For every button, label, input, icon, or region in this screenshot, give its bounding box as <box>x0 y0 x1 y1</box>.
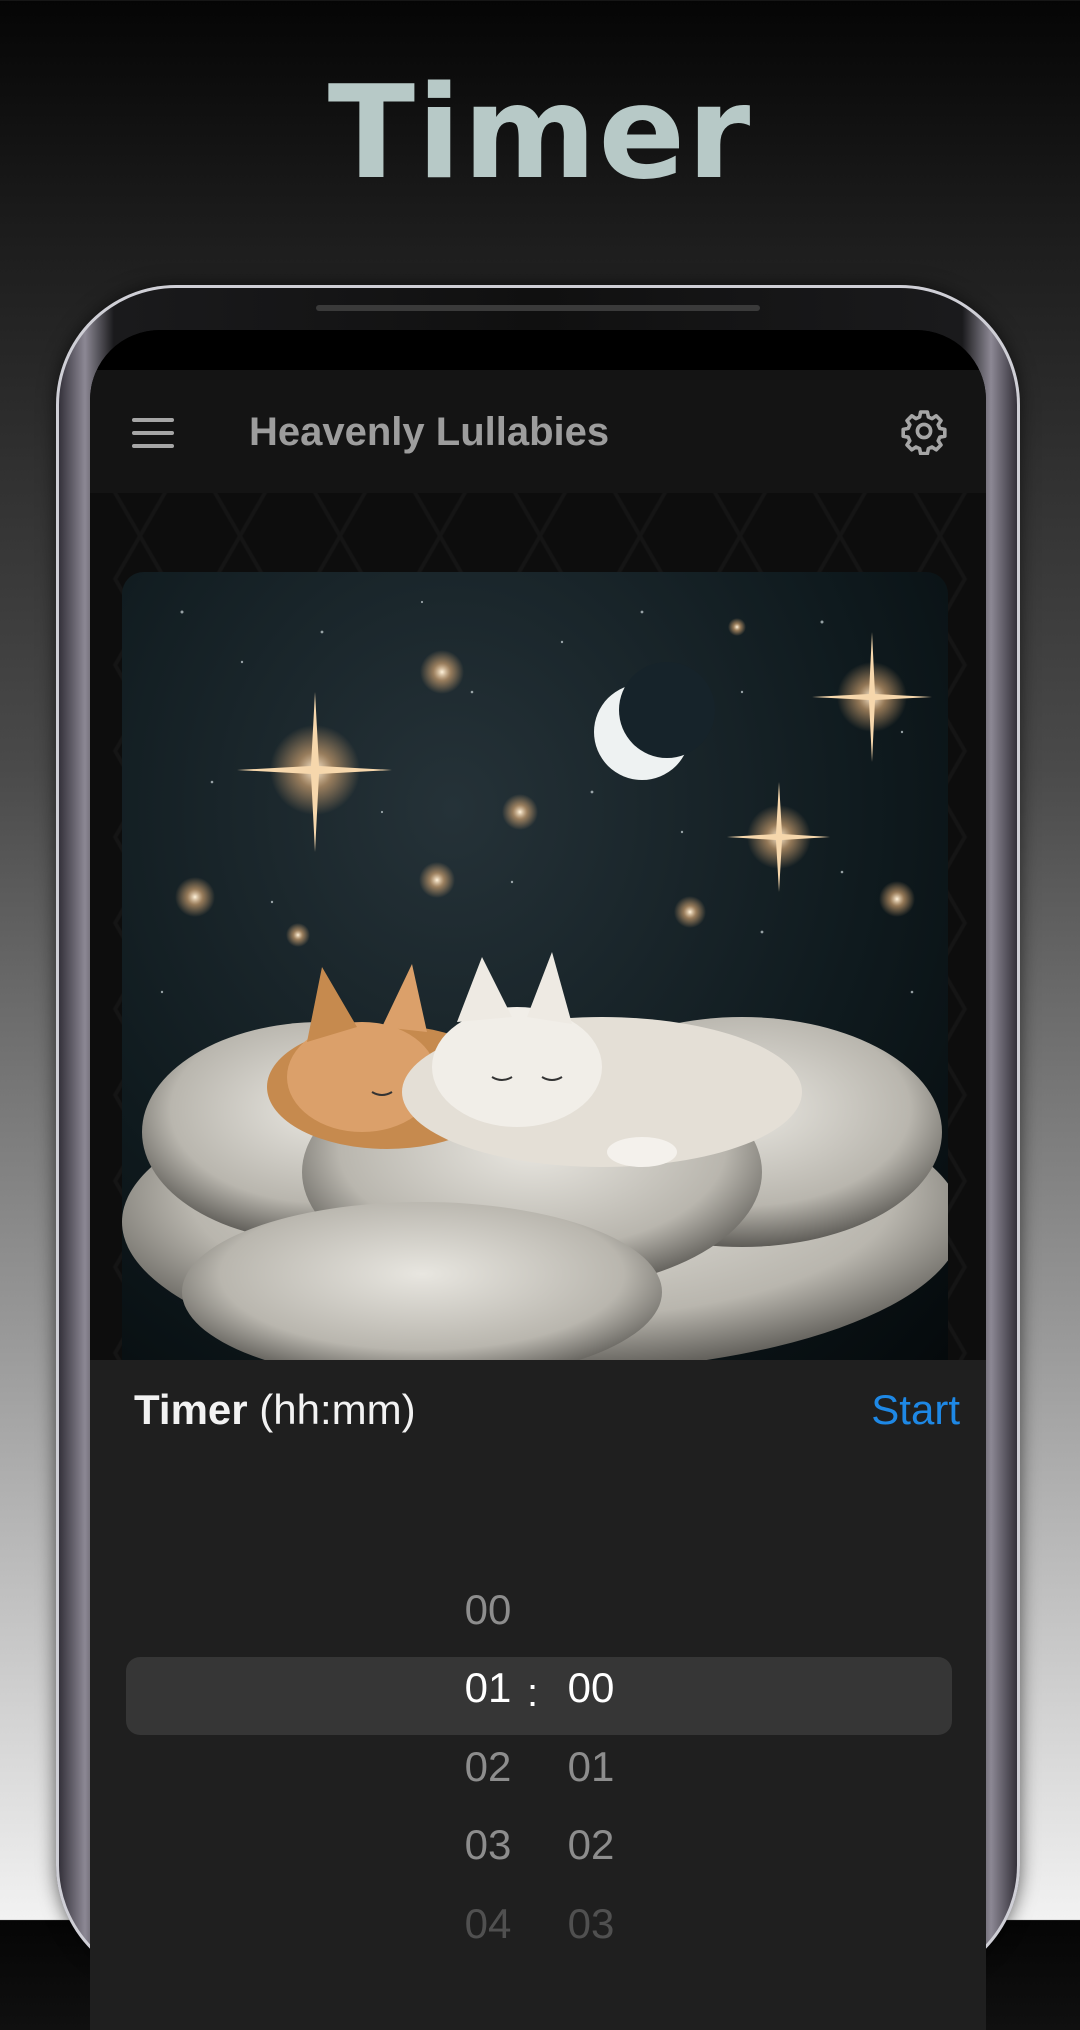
minute-option[interactable]: 02 <box>546 1821 636 1869</box>
headline: Timer <box>327 59 753 208</box>
start-button[interactable]: Start <box>871 1386 960 1434</box>
app-bar: Heavenly Lullabies <box>90 370 986 493</box>
timer-label: Timer (hh:mm) <box>134 1386 416 1434</box>
content-area <box>90 493 986 1360</box>
hour-option[interactable]: 02 <box>443 1743 533 1791</box>
album-artwork <box>122 572 948 1360</box>
phone-screen: Heavenly Lullabies Timer (hh:mm) Start 0… <box>90 330 986 2030</box>
app-title: Heavenly Lullabies <box>249 410 610 454</box>
minute-option[interactable]: 01 <box>546 1743 636 1791</box>
hamburger-menu-icon[interactable] <box>132 418 174 448</box>
minute-option[interactable]: 03 <box>546 1900 636 1948</box>
picker-selection-highlight <box>126 1657 952 1735</box>
hour-option[interactable]: 04 <box>443 1900 533 1948</box>
minute-option-selected[interactable]: 00 <box>546 1664 636 1712</box>
hour-option[interactable]: 00 <box>443 1586 533 1634</box>
hour-option-selected[interactable]: 01 <box>443 1664 533 1712</box>
time-separator: : <box>527 1671 539 1715</box>
timer-label-format: (hh:mm) <box>247 1386 416 1433</box>
artwork-image <box>122 600 948 1360</box>
phone-speaker <box>316 305 760 311</box>
phone-frame: Heavenly Lullabies Timer (hh:mm) Start 0… <box>56 285 1020 2030</box>
hour-option[interactable]: 03 <box>443 1821 533 1869</box>
timer-panel: Timer (hh:mm) Start 00 01 02 03 04 : 00 … <box>90 1360 986 2030</box>
timer-label-bold: Timer <box>134 1386 248 1433</box>
gear-icon[interactable] <box>900 407 948 455</box>
status-bar <box>90 330 986 370</box>
